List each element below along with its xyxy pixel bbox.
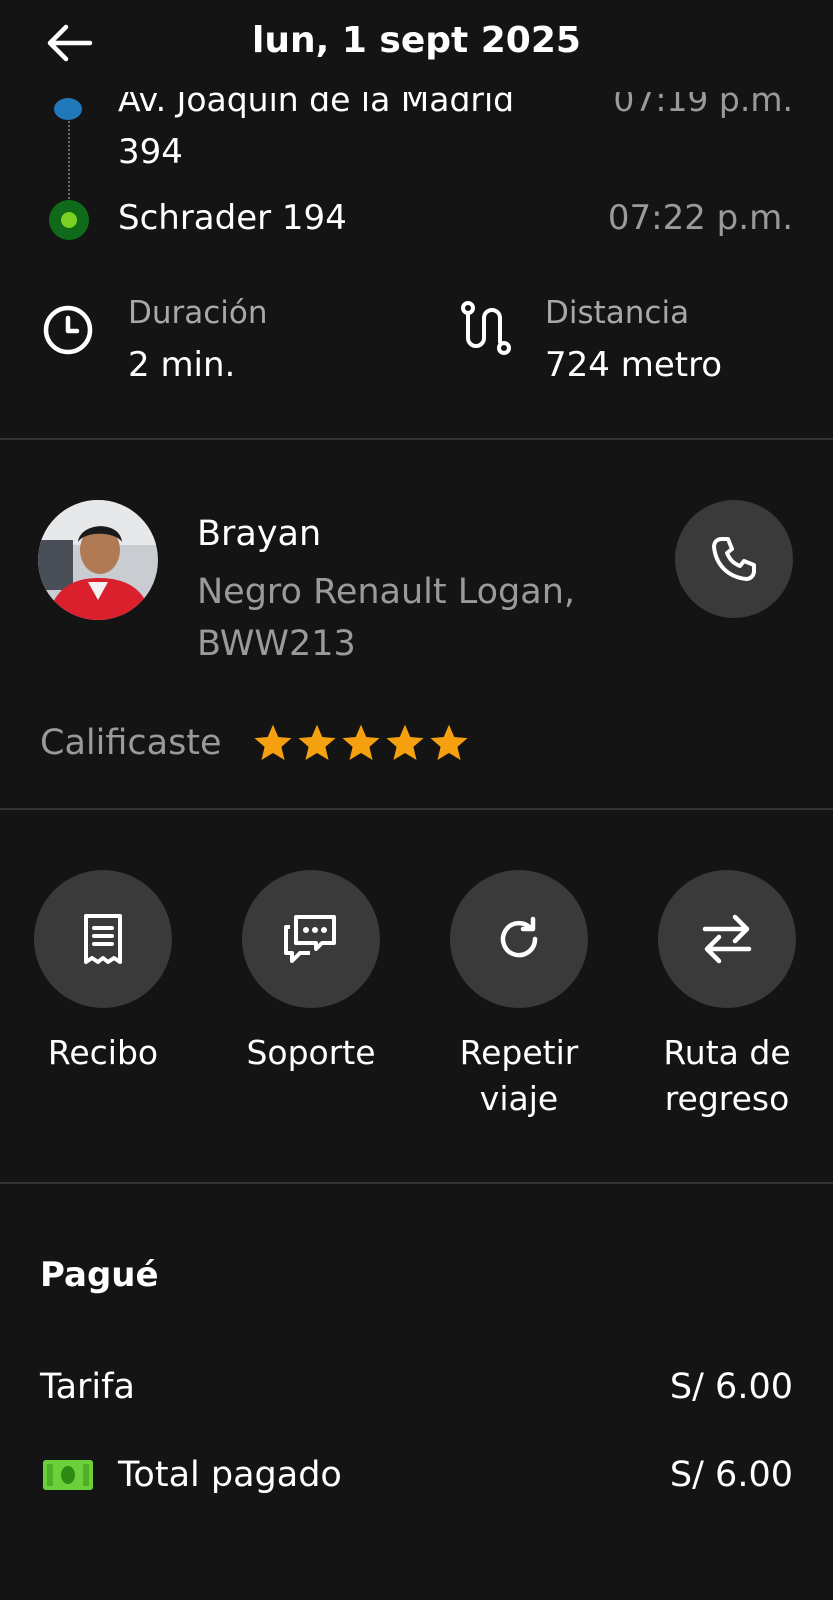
chat-icon bbox=[284, 915, 336, 963]
receipt-button[interactable] bbox=[34, 870, 172, 1008]
rated-label: Calificaste bbox=[40, 723, 222, 763]
star-icon bbox=[254, 724, 292, 760]
destination-marker-inner bbox=[61, 212, 77, 228]
payment-title: Pagué bbox=[40, 1255, 159, 1295]
driver-avatar bbox=[38, 500, 158, 620]
star-icon bbox=[386, 724, 424, 760]
page-title: lun, 1 sept 2025 bbox=[252, 20, 581, 61]
duration-value: 2 min. bbox=[128, 345, 236, 385]
origin-address-line2: 394 bbox=[118, 132, 183, 172]
destination-address: Schrader 194 bbox=[118, 198, 347, 238]
distance-label: Distancia bbox=[545, 295, 690, 331]
duration-label: Duración bbox=[128, 295, 268, 331]
receipt-icon bbox=[84, 914, 122, 964]
phone-icon bbox=[712, 537, 756, 581]
receipt-label: Recibo bbox=[47, 1033, 159, 1072]
support-button[interactable] bbox=[242, 870, 380, 1008]
repeat-trip-label: Repetir viaje bbox=[459, 1033, 579, 1118]
divider bbox=[0, 438, 833, 440]
destination-time: 07:22 p.m. bbox=[607, 198, 793, 238]
return-route-label: Ruta de regreso bbox=[663, 1033, 791, 1118]
driver-vehicle: Negro Renault Logan, BWW213 bbox=[197, 572, 576, 664]
rating-stars bbox=[252, 722, 470, 764]
fare-label: Tarifa bbox=[40, 1367, 135, 1407]
divider bbox=[0, 1182, 833, 1184]
distance-value: 724 metro bbox=[545, 345, 723, 385]
star-icon bbox=[430, 724, 468, 760]
return-route-button[interactable] bbox=[658, 870, 796, 1008]
call-driver-button[interactable] bbox=[675, 500, 793, 618]
driver-name: Brayan bbox=[197, 514, 322, 554]
repeat-icon bbox=[500, 916, 538, 958]
total-paid-label: Total pagado bbox=[118, 1455, 342, 1495]
repeat-trip-button[interactable] bbox=[450, 870, 588, 1008]
total-paid-value: S/ 6.00 bbox=[669, 1455, 793, 1495]
top-bar: lun, 1 sept 2025 bbox=[0, 0, 833, 92]
route-icon bbox=[458, 300, 514, 360]
support-label: Soporte bbox=[246, 1033, 376, 1072]
fare-value: S/ 6.00 bbox=[669, 1367, 793, 1407]
clock-icon bbox=[42, 304, 94, 360]
star-icon bbox=[298, 724, 336, 760]
swap-arrows-icon bbox=[702, 914, 752, 964]
star-icon bbox=[342, 724, 380, 760]
cash-icon bbox=[43, 1460, 93, 1490]
origin-marker-icon bbox=[54, 98, 82, 120]
divider bbox=[0, 808, 833, 810]
